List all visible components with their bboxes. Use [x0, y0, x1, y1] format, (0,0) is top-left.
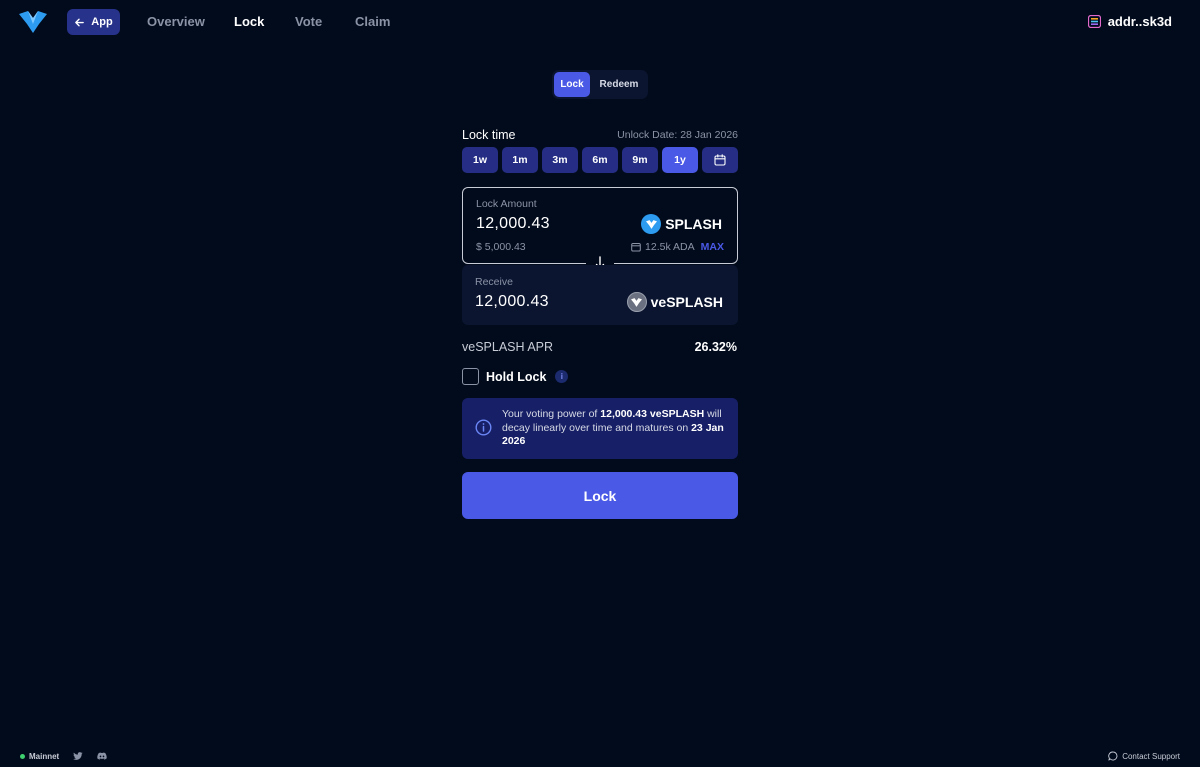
notice-amount: 12,000.43 veSPLASH: [600, 408, 705, 420]
back-to-app-button[interactable]: App: [67, 9, 120, 35]
splash-token-name: SPLASH: [665, 216, 722, 232]
custom-date-button[interactable]: [702, 147, 738, 173]
nav-claim[interactable]: Claim: [355, 14, 390, 29]
period-3m[interactable]: 3m: [542, 147, 578, 173]
lock-amount-card: Lock Amount 12,000.43 $ 5,000.43 SPLASH …: [462, 187, 738, 264]
hold-lock-row: Hold Lock i: [462, 368, 569, 385]
notice-text-1: Your voting power of: [502, 408, 601, 420]
receive-amount: 12,000.43: [475, 293, 549, 310]
contact-support-label: Contact Support: [1122, 751, 1180, 761]
wallet-button[interactable]: addr..sk3d: [1087, 14, 1172, 29]
wallet-balance: 12.5k ADA MAX: [631, 241, 724, 253]
contact-support-link[interactable]: Contact Support: [1108, 751, 1180, 761]
hold-lock-checkbox[interactable]: [462, 368, 479, 385]
calendar-icon: [714, 154, 726, 166]
network-status[interactable]: Mainnet: [20, 752, 59, 761]
nav-vote[interactable]: Vote: [295, 14, 322, 29]
network-status-dot: [20, 753, 25, 759]
info-circle-icon: [475, 419, 492, 436]
footer-left: Mainnet: [20, 751, 107, 761]
vesplash-token-icon: [626, 292, 647, 312]
wallet-balance-icon: [631, 243, 641, 252]
period-1y[interactable]: 1y: [662, 147, 698, 173]
voting-power-notice: Your voting power of 12,000.43 veSPLASH …: [462, 398, 738, 459]
splash-token-icon: [641, 214, 662, 234]
wallet-address: addr..sk3d: [1107, 14, 1172, 29]
lock-time-label: Lock time: [462, 128, 516, 142]
splash-logo[interactable]: [19, 11, 47, 33]
lock-redeem-tabs: Lock Redeem: [552, 70, 648, 99]
tab-redeem[interactable]: Redeem: [592, 72, 646, 97]
period-9m[interactable]: 9m: [622, 147, 658, 173]
balance-amount: 12.5k ADA: [645, 241, 695, 253]
period-6m[interactable]: 6m: [582, 147, 618, 173]
notice-text: Your voting power of 12,000.43 veSPLASH …: [502, 408, 724, 449]
nav-overview[interactable]: Overview: [147, 14, 205, 29]
hold-lock-label[interactable]: Hold Lock: [486, 370, 546, 384]
period-1w[interactable]: 1w: [462, 147, 498, 173]
nav-lock[interactable]: Lock: [234, 14, 264, 29]
wallet-icon: [1087, 15, 1101, 28]
chat-bubble-icon: [1108, 751, 1118, 761]
network-label: Mainnet: [29, 751, 60, 761]
apr-value: 26.32%: [694, 340, 737, 354]
vesplash-token-name: veSPLASH: [650, 294, 723, 310]
top-nav: App Overview Lock Vote Claim addr..sk3d: [0, 0, 1200, 44]
lock-submit-button[interactable]: Lock: [462, 472, 738, 519]
lock-period-options: 1w 1m 3m 6m 9m 1y: [462, 147, 738, 173]
lock-amount-usd: $ 5,000.43: [476, 241, 526, 253]
tab-lock[interactable]: Lock: [554, 72, 590, 97]
unlock-date: Unlock Date: 28 Jan 2026: [617, 129, 738, 141]
info-icon[interactable]: i: [555, 370, 569, 383]
discord-icon[interactable]: [97, 751, 107, 761]
lock-amount-input[interactable]: 12,000.43: [476, 215, 550, 233]
splash-token-selector[interactable]: SPLASH: [641, 214, 722, 234]
apr-label: veSPLASH APR: [462, 340, 554, 354]
period-1m[interactable]: 1m: [502, 147, 538, 173]
arrow-left-icon: [75, 18, 85, 26]
twitter-icon[interactable]: [73, 751, 83, 761]
max-button[interactable]: MAX: [701, 241, 724, 253]
receive-label: Receive: [475, 276, 513, 288]
vesplash-token: veSPLASH: [626, 292, 723, 312]
receive-card: Receive 12,000.43 veSPLASH: [462, 265, 738, 325]
lock-amount-label: Lock Amount: [476, 198, 537, 210]
app-button-label: App: [91, 16, 113, 28]
